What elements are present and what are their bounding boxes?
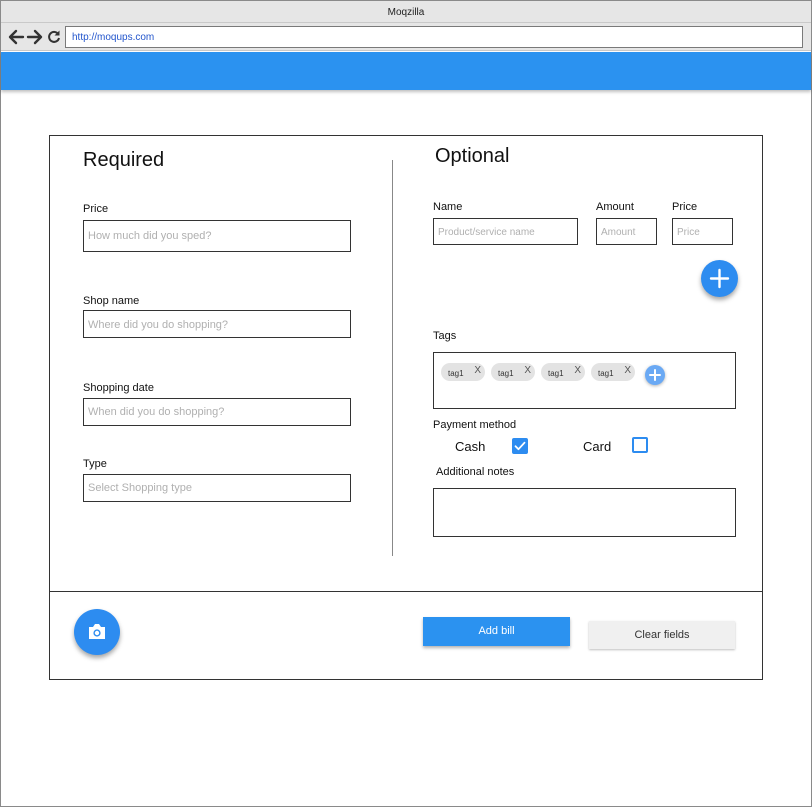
additional-notes-input[interactable] [433, 488, 736, 537]
footer-divider [50, 591, 762, 592]
tag-chip[interactable]: tag1 X [541, 363, 585, 381]
type-label: Type [83, 458, 107, 470]
clear-fields-button[interactable]: Clear fields [589, 621, 735, 649]
tag-remove-icon[interactable]: X [524, 365, 531, 376]
address-bar[interactable]: http://moqups.com [65, 26, 803, 48]
payment-method-label: Payment method [433, 419, 517, 431]
tag-remove-icon[interactable]: X [624, 365, 631, 376]
camera-icon [89, 624, 105, 639]
title-bar: Moqzilla [1, 1, 811, 23]
card-label: Card [583, 439, 612, 454]
tags-label: Tags [433, 330, 457, 342]
tag-text: tag1 [498, 369, 514, 378]
shop-name-label: Shop name [83, 295, 140, 307]
window-title: Moqzilla [387, 7, 425, 18]
tag-remove-icon[interactable]: X [474, 365, 481, 376]
amount-label: Amount [596, 201, 634, 213]
tag-remove-icon[interactable]: X [574, 365, 581, 376]
browser-window: Moqzilla http://moqups.com Required Pric… [0, 0, 812, 807]
card-checkbox[interactable] [632, 437, 648, 453]
item-price-label: Price [672, 201, 698, 213]
add-item-button[interactable] [701, 260, 738, 297]
shop-name-input[interactable]: Where did you do shopping? [83, 310, 351, 338]
item-name-input[interactable]: Product/service name [433, 218, 578, 245]
plus-icon [709, 268, 730, 289]
check-icon [514, 441, 526, 451]
price-input[interactable]: How much did you sped? [83, 220, 351, 252]
add-bill-button[interactable]: Add bill [423, 617, 570, 646]
tag-chip[interactable]: tag1 X [491, 363, 535, 381]
tag-text: tag1 [448, 369, 464, 378]
required-heading: Required [83, 149, 165, 171]
app-header-banner [1, 52, 811, 90]
bill-form-card: Required Price How much did you sped? Sh… [49, 135, 763, 680]
additional-notes-label: Additional notes [436, 466, 515, 478]
shopping-date-input[interactable]: When did you do shopping? [83, 398, 351, 426]
arrow-left-icon[interactable] [7, 28, 25, 46]
item-name-label: Name [433, 201, 463, 213]
arrow-right-icon[interactable] [26, 28, 44, 46]
type-select[interactable]: Select Shopping type [83, 474, 351, 502]
price-label: Price [83, 203, 109, 215]
tag-text: tag1 [598, 369, 614, 378]
plus-icon [649, 369, 661, 381]
amount-input[interactable]: Amount [596, 218, 657, 245]
tag-chip[interactable]: tag1 X [441, 363, 485, 381]
camera-button[interactable] [74, 609, 120, 655]
optional-heading: Optional [435, 145, 510, 167]
add-tag-button[interactable] [645, 365, 665, 385]
tag-chip[interactable]: tag1 X [591, 363, 635, 381]
shopping-date-label: Shopping date [83, 382, 154, 394]
column-divider [392, 160, 393, 556]
cash-label: Cash [455, 439, 486, 454]
navigation-bar: http://moqups.com [1, 23, 811, 51]
cash-checkbox[interactable] [512, 438, 528, 454]
reload-icon[interactable] [45, 28, 63, 46]
item-price-input[interactable]: Price [672, 218, 733, 245]
tag-text: tag1 [548, 369, 564, 378]
tags-input[interactable]: tag1 X tag1 X tag1 X tag1 X [433, 352, 736, 409]
